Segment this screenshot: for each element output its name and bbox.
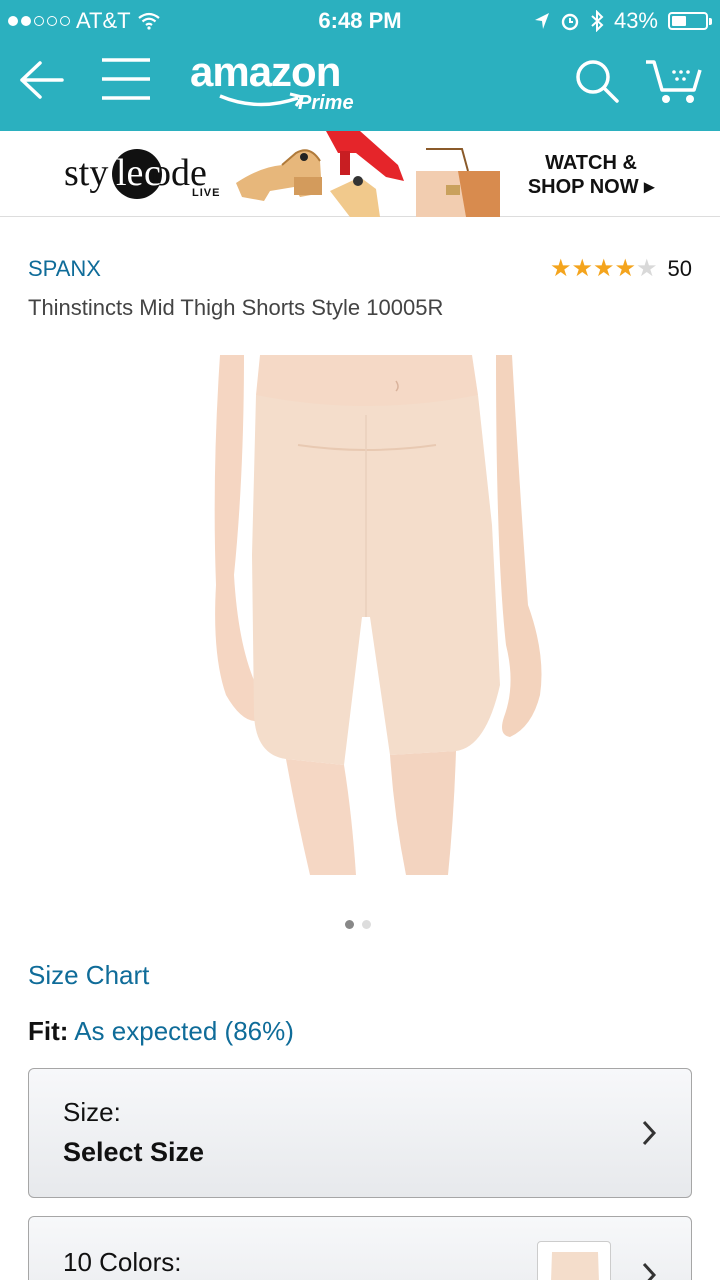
cart-icon[interactable] xyxy=(644,56,702,106)
battery-icon xyxy=(668,12,712,30)
search-icon[interactable] xyxy=(574,58,620,104)
cta-line-2: SHOP NOW ▸ xyxy=(527,176,655,198)
rating-summary[interactable]: ★ ★ ★ ★ ★ 50 xyxy=(550,256,692,282)
status-right: 43% xyxy=(534,8,712,34)
star-icon: ★ xyxy=(592,255,615,282)
smile-swoosh-icon xyxy=(219,92,305,107)
image-pager[interactable] xyxy=(345,920,371,929)
review-count: 50 xyxy=(667,256,692,281)
svg-text:sty: sty xyxy=(64,152,108,194)
amazon-prime-logo[interactable]: amazon Prime xyxy=(190,48,380,118)
svg-text:le: le xyxy=(116,152,143,194)
app-header: AT&T 6:48 PM 43% amazon Prime xyxy=(0,0,720,131)
status-bar: AT&T 6:48 PM 43% xyxy=(0,0,720,40)
fit-value-link[interactable]: As expected (86%) xyxy=(74,1016,294,1046)
hamburger-menu-icon[interactable] xyxy=(100,56,152,102)
logo-prime: Prime xyxy=(298,92,354,114)
size-label: Size: xyxy=(63,1097,121,1127)
star-icon: ★ xyxy=(549,255,572,282)
star-icon: ★ xyxy=(614,255,636,282)
nav-bar: amazon Prime xyxy=(0,40,720,131)
star-rating: ★ ★ ★ ★ ★ xyxy=(550,257,658,281)
brand-link[interactable]: SPANX xyxy=(28,256,101,282)
shoes-and-bag-image xyxy=(236,131,500,217)
fit-label: Fit: xyxy=(28,1016,69,1046)
bluetooth-icon xyxy=(591,10,604,32)
live-label: LIVE xyxy=(192,187,221,199)
color-selector[interactable]: 10 Colors: xyxy=(28,1216,692,1280)
star-icon: ★ xyxy=(571,255,593,282)
logo-wordmark: amazon xyxy=(190,48,341,95)
size-selector[interactable]: Size: Select Size xyxy=(28,1068,692,1198)
color-swatch-thumbnail xyxy=(537,1241,611,1280)
fit-info: Fit: As expected (86%) xyxy=(28,1016,294,1047)
chevron-right-icon xyxy=(642,1120,657,1146)
stylecode-logo: sty le ode c LIVE xyxy=(64,149,224,199)
chevron-right-icon xyxy=(642,1262,657,1280)
pager-dot[interactable] xyxy=(345,920,354,929)
back-arrow-icon[interactable] xyxy=(18,58,66,102)
promo-banner[interactable]: sty le ode c LIVE WATCH & SHOP NOW ▸ xyxy=(0,131,720,217)
product-image[interactable] xyxy=(186,355,546,875)
watch-shop-cta[interactable]: WATCH & SHOP NOW ▸ xyxy=(516,151,666,199)
colors-label: 10 Colors: xyxy=(63,1247,182,1277)
alarm-icon xyxy=(561,13,579,31)
size-chart-link[interactable]: Size Chart xyxy=(28,960,149,991)
location-arrow-icon xyxy=(534,13,549,29)
star-icon: ★ xyxy=(636,255,658,282)
size-value: Select Size xyxy=(63,1137,205,1167)
product-title: Thinstincts Mid Thigh Shorts Style 10005… xyxy=(28,295,444,320)
pager-dot[interactable] xyxy=(362,920,371,929)
battery-label: 43% xyxy=(613,8,658,33)
cta-line-1: WATCH & xyxy=(545,152,637,174)
svg-text:c: c xyxy=(144,152,161,194)
